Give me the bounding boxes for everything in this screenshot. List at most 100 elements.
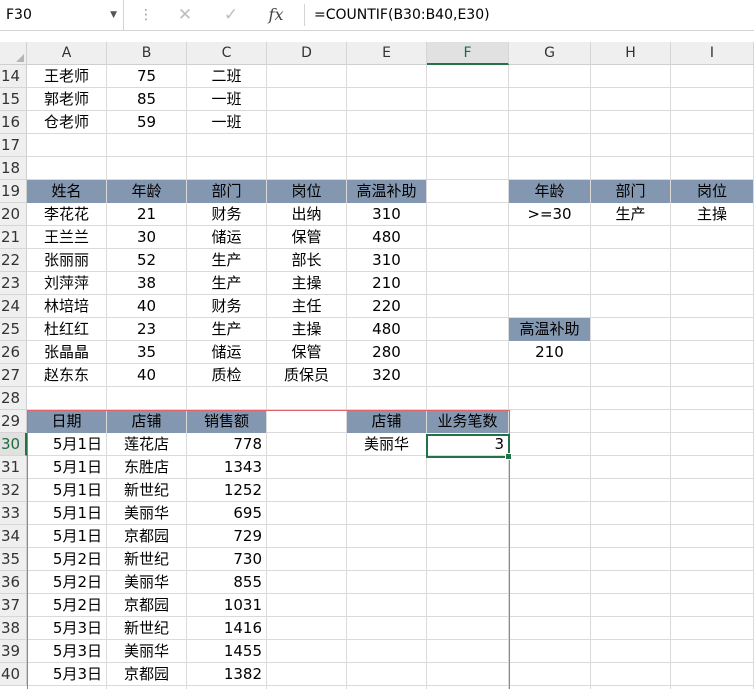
staff-table-cell[interactable]: 280 (347, 341, 426, 364)
count-header-store[interactable]: 店铺 (347, 410, 426, 433)
row-header-22[interactable]: 22 (0, 249, 27, 272)
column-header-i[interactable]: I (671, 42, 754, 65)
sales-store-cell[interactable]: 京都园 (107, 663, 186, 686)
sales-date-cell[interactable]: 5月3日 (27, 617, 106, 640)
name-box[interactable]: F30 ▼ (0, 0, 124, 30)
sales-header-cell[interactable]: 销售额 (187, 410, 266, 433)
sales-date-cell[interactable]: 5月1日 (27, 525, 106, 548)
sales-date-cell[interactable]: 5月3日 (27, 663, 106, 686)
cancel-icon[interactable]: ✕ (171, 3, 199, 27)
staff-table-cell[interactable]: 王兰兰 (27, 226, 106, 249)
row-header-31[interactable]: 31 (0, 456, 27, 479)
criteria-header-cell[interactable]: 岗位 (671, 180, 753, 203)
column-header-a[interactable]: A (27, 42, 107, 65)
staff-table-cell[interactable]: 310 (347, 249, 426, 272)
staff-table-cell[interactable]: 储运 (187, 341, 266, 364)
cell-teacher-score[interactable]: 85 (107, 88, 186, 111)
row-header-35[interactable]: 35 (0, 548, 27, 571)
sales-date-cell[interactable]: 5月1日 (27, 433, 106, 456)
column-header-g[interactable]: G (509, 42, 591, 65)
column-header-f[interactable]: F (427, 42, 509, 65)
sales-store-cell[interactable]: 新世纪 (107, 479, 186, 502)
sales-store-cell[interactable]: 美丽华 (107, 502, 186, 525)
column-header-e[interactable]: E (347, 42, 427, 65)
staff-header-cell[interactable]: 高温补助 (347, 180, 426, 203)
staff-table-cell[interactable]: 220 (347, 295, 426, 318)
column-header-c[interactable]: C (187, 42, 267, 65)
sales-store-cell[interactable]: 新世纪 (107, 548, 186, 571)
sales-amount-cell[interactable]: 855 (187, 571, 266, 594)
staff-table-cell[interactable]: 35 (107, 341, 186, 364)
row-header-25[interactable]: 25 (0, 318, 27, 341)
criteria-value-cell[interactable]: 主操 (671, 203, 753, 226)
row-header-24[interactable]: 24 (0, 295, 27, 318)
sales-amount-cell[interactable]: 1252 (187, 479, 266, 502)
cell-teacher-name[interactable]: 仓老师 (27, 111, 106, 134)
row-header-27[interactable]: 27 (0, 364, 27, 387)
staff-table-cell[interactable]: 张丽丽 (27, 249, 106, 272)
cell-teacher-class[interactable]: 一班 (187, 111, 266, 134)
row-header-28[interactable]: 28 (0, 387, 27, 410)
sales-store-cell[interactable]: 新世纪 (107, 617, 186, 640)
row-header-20[interactable]: 20 (0, 203, 27, 226)
insert-function-icon[interactable]: fx (262, 3, 290, 27)
row-header-29[interactable]: 29 (0, 410, 27, 433)
staff-table-cell[interactable]: 310 (347, 203, 426, 226)
staff-table-cell[interactable]: 质检 (187, 364, 266, 387)
sales-date-cell[interactable]: 5月1日 (27, 456, 106, 479)
cell-teacher-score[interactable]: 59 (107, 111, 186, 134)
row-header-30[interactable]: 30 (0, 433, 27, 456)
sales-date-cell[interactable]: 5月1日 (27, 502, 106, 525)
sales-date-cell[interactable]: 5月1日 (27, 479, 106, 502)
formula-input[interactable]: =COUNTIF(B30:B40,E30) (314, 0, 490, 30)
cell-teacher-class[interactable]: 一班 (187, 88, 266, 111)
staff-header-cell[interactable]: 年龄 (107, 180, 186, 203)
criteria-value-cell[interactable]: 生产 (591, 203, 670, 226)
row-header-21[interactable]: 21 (0, 226, 27, 249)
enter-check-icon[interactable]: ✓ (217, 3, 245, 27)
row-header-17[interactable]: 17 (0, 134, 27, 157)
staff-table-cell[interactable]: 23 (107, 318, 186, 341)
chevron-down-icon[interactable]: ▼ (110, 0, 117, 30)
sales-amount-cell[interactable]: 778 (187, 433, 266, 456)
staff-table-cell[interactable]: 部长 (267, 249, 346, 272)
staff-table-cell[interactable]: 财务 (187, 295, 266, 318)
sales-store-cell[interactable]: 东胜店 (107, 456, 186, 479)
count-store-cell[interactable]: 美丽华 (347, 433, 426, 456)
staff-table-cell[interactable]: 生产 (187, 249, 266, 272)
row-header-14[interactable]: 14 (0, 65, 27, 88)
staff-table-cell[interactable]: 主操 (267, 272, 346, 295)
sales-amount-cell[interactable]: 1031 (187, 594, 266, 617)
sales-amount-cell[interactable]: 729 (187, 525, 266, 548)
row-header-18[interactable]: 18 (0, 157, 27, 180)
sales-store-cell[interactable]: 京都园 (107, 594, 186, 617)
row-header-34[interactable]: 34 (0, 525, 27, 548)
sales-header-cell[interactable]: 日期 (27, 410, 106, 433)
column-header-d[interactable]: D (267, 42, 347, 65)
staff-table-cell[interactable]: 38 (107, 272, 186, 295)
sales-store-cell[interactable]: 美丽华 (107, 640, 186, 663)
staff-table-cell[interactable]: 主操 (267, 318, 346, 341)
row-header-26[interactable]: 26 (0, 341, 27, 364)
staff-table-cell[interactable]: 生产 (187, 272, 266, 295)
sales-amount-cell[interactable]: 730 (187, 548, 266, 571)
criteria-value-cell[interactable]: >=30 (509, 203, 590, 226)
cell-teacher-name[interactable]: 郭老师 (27, 88, 106, 111)
cell-teacher-score[interactable]: 75 (107, 65, 186, 88)
result-value-cell[interactable]: 210 (509, 341, 590, 364)
sales-amount-cell[interactable]: 1455 (187, 640, 266, 663)
staff-table-cell[interactable]: 财务 (187, 203, 266, 226)
criteria-header-cell[interactable]: 年龄 (509, 180, 590, 203)
sales-amount-cell[interactable]: 1382 (187, 663, 266, 686)
row-header-16[interactable]: 16 (0, 111, 27, 134)
staff-table-cell[interactable]: 40 (107, 295, 186, 318)
staff-table-cell[interactable]: 30 (107, 226, 186, 249)
staff-header-cell[interactable]: 部门 (187, 180, 266, 203)
count-header-number[interactable]: 业务笔数 (427, 410, 508, 433)
staff-table-cell[interactable]: 张晶晶 (27, 341, 106, 364)
criteria-header-cell[interactable]: 部门 (591, 180, 670, 203)
row-header-36[interactable]: 36 (0, 571, 27, 594)
row-header-40[interactable]: 40 (0, 663, 27, 686)
sales-date-cell[interactable]: 5月2日 (27, 594, 106, 617)
sales-store-cell[interactable]: 美丽华 (107, 571, 186, 594)
